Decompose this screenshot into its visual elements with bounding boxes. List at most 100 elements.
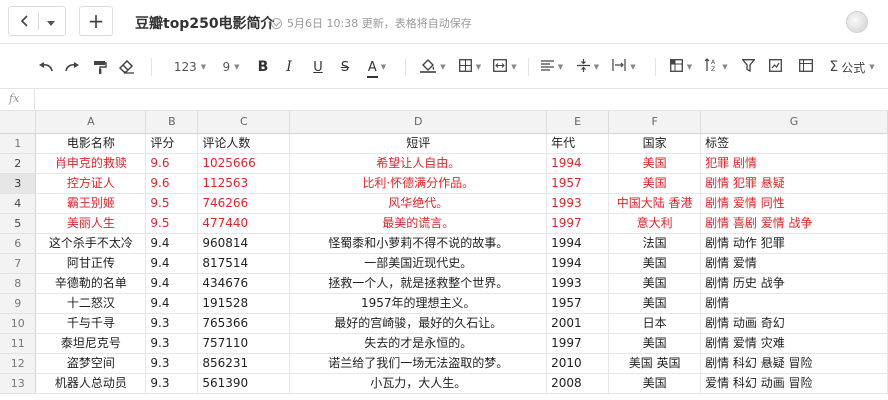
cell-f11[interactable]: 美国 <box>608 333 702 354</box>
cell-a13[interactable]: 机器人总动员 <box>35 373 147 394</box>
cell-f6[interactable]: 法国 <box>608 233 702 254</box>
formula-button[interactable]: Σ 公式 ▼ <box>824 56 880 78</box>
column-header-e[interactable]: E <box>546 111 610 134</box>
caret-down-icon[interactable] <box>46 12 55 31</box>
formula-input[interactable] <box>36 89 888 111</box>
cell-g1[interactable]: 标签 <box>700 133 888 154</box>
cell-g9[interactable]: 剧情 <box>700 293 888 314</box>
row-header[interactable]: 4 <box>0 193 37 214</box>
cell-e9[interactable]: 1957 <box>546 293 610 314</box>
cell-f8[interactable]: 美国 <box>608 273 702 294</box>
cell-f1[interactable]: 国家 <box>608 133 702 154</box>
sort-button[interactable]: AZ ▼ <box>703 56 729 78</box>
cell-a3[interactable]: 控方证人 <box>35 173 147 194</box>
zoom-select[interactable]: 123 ▼ <box>172 56 208 78</box>
cell-d10[interactable]: 最好的宫崎骏，最好的久石让。 <box>289 313 548 334</box>
fill-color-button[interactable]: ▼ <box>419 56 447 78</box>
cell-e7[interactable]: 1994 <box>546 253 610 274</box>
cell-c2[interactable]: 1025666 <box>197 153 291 174</box>
cell-b6[interactable]: 9.4 <box>145 233 199 254</box>
cell-a1[interactable]: 电影名称 <box>35 133 147 154</box>
freeze-button[interactable]: ▼ <box>668 56 694 78</box>
cell-c6[interactable]: 960814 <box>197 233 291 254</box>
cell-d8[interactable]: 拯救一个人，就是拯救整个世界。 <box>289 273 548 294</box>
row-header[interactable]: 5 <box>0 213 37 234</box>
cell-a9[interactable]: 十二怒汉 <box>35 293 147 314</box>
cell-d5[interactable]: 最美的谎言。 <box>289 213 548 234</box>
paint-roller-icon[interactable] <box>92 56 108 78</box>
text-wrap-button[interactable]: ▼ <box>611 56 637 78</box>
cell-e13[interactable]: 2008 <box>546 373 610 394</box>
row-header[interactable]: 7 <box>0 253 37 274</box>
filter-button[interactable] <box>740 56 756 78</box>
cell-f7[interactable]: 美国 <box>608 253 702 274</box>
cell-a11[interactable]: 泰坦尼克号 <box>35 333 147 354</box>
cell-g2[interactable]: 犯罪 剧情 <box>700 153 888 174</box>
cell-e10[interactable]: 2001 <box>546 313 610 334</box>
cell-a8[interactable]: 辛德勒的名单 <box>35 273 147 294</box>
cell-e3[interactable]: 1957 <box>546 173 610 194</box>
cell-b2[interactable]: 9.6 <box>145 153 199 174</box>
cell-a10[interactable]: 千与千寻 <box>35 313 147 334</box>
cell-e6[interactable]: 1994 <box>546 233 610 254</box>
cell-d11[interactable]: 失去的才是永恒的。 <box>289 333 548 354</box>
row-header[interactable]: 2 <box>0 153 37 174</box>
cell-a2[interactable]: 肖申克的救赎 <box>35 153 147 174</box>
row-header[interactable]: 1 <box>0 133 37 154</box>
cell-b4[interactable]: 9.5 <box>145 193 199 214</box>
cell-a6[interactable]: 这个杀手不太冷 <box>35 233 147 254</box>
back-button[interactable] <box>8 6 66 36</box>
redo-icon[interactable] <box>63 56 81 78</box>
cell-d13[interactable]: 小瓦力，大人生。 <box>289 373 548 394</box>
cell-c10[interactable]: 765366 <box>197 313 291 334</box>
cell-f4[interactable]: 中国大陆 香港 <box>608 193 702 214</box>
cell-b5[interactable]: 9.5 <box>145 213 199 234</box>
undo-icon[interactable] <box>37 56 55 78</box>
cell-e12[interactable]: 2010 <box>546 353 610 374</box>
cell-d3[interactable]: 比利·怀德满分作品。 <box>289 173 548 194</box>
cell-c7[interactable]: 817514 <box>197 253 291 274</box>
font-size-select[interactable]: 9 ▼ <box>220 56 242 78</box>
cell-b13[interactable]: 9.3 <box>145 373 199 394</box>
cell-b11[interactable]: 9.3 <box>145 333 199 354</box>
cell-c9[interactable]: 191528 <box>197 293 291 314</box>
cell-b10[interactable]: 9.3 <box>145 313 199 334</box>
cell-f2[interactable]: 美国 <box>608 153 702 174</box>
cell-b9[interactable]: 9.4 <box>145 293 199 314</box>
cell-f5[interactable]: 意大利 <box>608 213 702 234</box>
cell-b12[interactable]: 9.3 <box>145 353 199 374</box>
cell-g7[interactable]: 剧情 爱情 <box>700 253 888 274</box>
pivot-button[interactable] <box>796 56 816 78</box>
cell-d1[interactable]: 短评 <box>289 133 548 154</box>
avatar[interactable] <box>846 11 868 33</box>
cell-d4[interactable]: 风华绝代。 <box>289 193 548 214</box>
merge-cells-button[interactable]: ▼ <box>492 56 518 78</box>
borders-button[interactable]: ▼ <box>457 56 483 78</box>
cell-c1[interactable]: 评论人数 <box>197 133 291 154</box>
cell-g5[interactable]: 剧情 喜剧 爱情 战争 <box>700 213 888 234</box>
cell-a7[interactable]: 阿甘正传 <box>35 253 147 274</box>
cell-g3[interactable]: 剧情 犯罪 悬疑 <box>700 173 888 194</box>
cell-e2[interactable]: 1994 <box>546 153 610 174</box>
cell-c12[interactable]: 856231 <box>197 353 291 374</box>
cell-d2[interactable]: 希望让人自由。 <box>289 153 548 174</box>
underline-button[interactable]: U <box>310 56 326 78</box>
row-header[interactable]: 6 <box>0 233 37 254</box>
select-all-corner[interactable] <box>0 111 37 134</box>
cell-d9[interactable]: 1957年的理想主义。 <box>289 293 548 314</box>
cell-c8[interactable]: 434676 <box>197 273 291 294</box>
cell-c13[interactable]: 561390 <box>197 373 291 394</box>
bold-button[interactable]: B <box>255 56 271 78</box>
column-header-g[interactable]: G <box>700 111 888 134</box>
cell-g8[interactable]: 剧情 历史 战争 <box>700 273 888 294</box>
cell-g4[interactable]: 剧情 爱情 同性 <box>700 193 888 214</box>
cell-a12[interactable]: 盗梦空间 <box>35 353 147 374</box>
cell-a4[interactable]: 霸王别姬 <box>35 193 147 214</box>
cell-g6[interactable]: 剧情 动作 犯罪 <box>700 233 888 254</box>
cell-c5[interactable]: 477440 <box>197 213 291 234</box>
cell-e4[interactable]: 1993 <box>546 193 610 214</box>
cell-f13[interactable]: 美国 <box>608 373 702 394</box>
strikethrough-button[interactable]: S <box>337 56 353 78</box>
cell-d7[interactable]: 一部美国近现代史。 <box>289 253 548 274</box>
column-header-f[interactable]: F <box>608 111 702 134</box>
